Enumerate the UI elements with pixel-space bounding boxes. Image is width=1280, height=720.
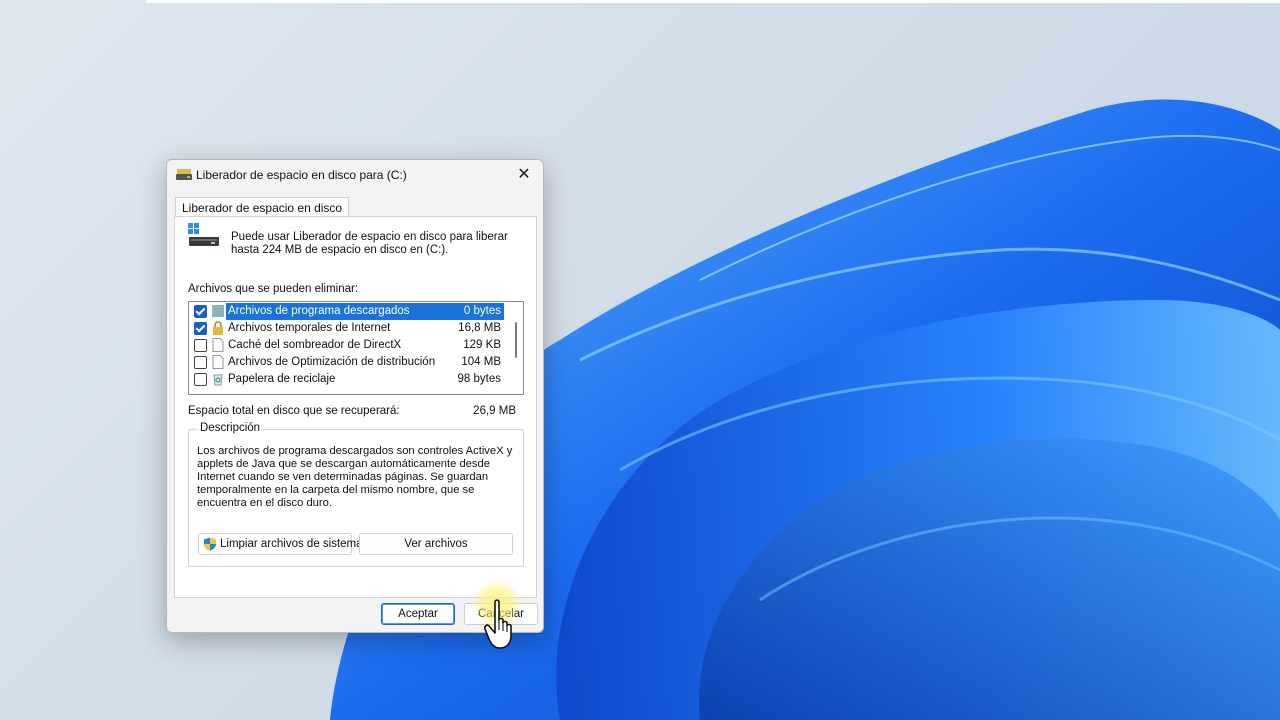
window-title: Liberador de espacio en disco para (C:) bbox=[196, 168, 407, 182]
item-name: Caché del sombreador de DirectX bbox=[228, 339, 402, 351]
files-label: Archivos que se pueden eliminar: bbox=[188, 283, 359, 295]
checkbox[interactable] bbox=[194, 356, 207, 369]
close-icon[interactable]: ✕ bbox=[509, 163, 539, 187]
item-size: 129 KB bbox=[463, 339, 501, 351]
list-item[interactable]: Caché del sombreador de DirectX 129 KB bbox=[189, 337, 507, 354]
ok-button[interactable]: Aceptar bbox=[381, 603, 455, 625]
item-size: 98 bytes bbox=[457, 373, 501, 385]
description-title: Descripción bbox=[197, 422, 264, 434]
title-bar[interactable]: Liberador de espacio en disco para (C:) … bbox=[167, 160, 543, 190]
list-scrollbar[interactable] bbox=[509, 302, 523, 394]
total-value: 26,9 MB bbox=[473, 405, 516, 417]
view-files-button[interactable]: Ver archivos bbox=[359, 533, 513, 555]
checkbox[interactable] bbox=[194, 373, 207, 386]
files-list[interactable]: Archivos de programa descargados 0 bytes… bbox=[188, 301, 524, 395]
total-label: Espacio total en disco que se recuperará… bbox=[188, 405, 400, 417]
checkbox[interactable] bbox=[194, 339, 207, 352]
disk-cleanup-dialog: Liberador de espacio en disco para (C:) … bbox=[166, 159, 544, 633]
item-name: Archivos de Optimización de distribución bbox=[228, 356, 436, 368]
tab-disk-cleanup[interactable]: Liberador de espacio en disco bbox=[175, 197, 350, 218]
folder-icon bbox=[212, 305, 224, 317]
checkbox[interactable] bbox=[194, 322, 207, 335]
item-size: 104 MB bbox=[461, 356, 501, 368]
tab-panel: Puede usar Liberador de espacio en disco… bbox=[174, 216, 537, 598]
checkbox[interactable] bbox=[194, 305, 207, 318]
file-icon bbox=[212, 355, 224, 369]
list-item[interactable]: Archivos de Optimización de distribución… bbox=[189, 354, 507, 371]
hand-cursor-icon bbox=[484, 599, 512, 649]
item-size: 0 bytes bbox=[463, 305, 501, 317]
item-name: Archivos temporales de Internet bbox=[228, 322, 391, 334]
recycle-bin-icon bbox=[213, 374, 223, 386]
item-size: 16,8 MB bbox=[458, 322, 501, 334]
uac-shield-icon bbox=[204, 537, 216, 551]
file-icon bbox=[212, 338, 224, 352]
list-item[interactable]: Papelera de reciclaje 98 bytes bbox=[189, 371, 507, 388]
disk-cleanup-icon bbox=[176, 169, 192, 180]
description-text: Los archivos de programa descargados son… bbox=[197, 445, 513, 509]
drive-icon bbox=[188, 223, 219, 246]
item-name: Papelera de reciclaje bbox=[228, 373, 336, 385]
scroll-thumb[interactable] bbox=[515, 322, 517, 358]
intro-text: Puede usar Liberador de espacio en disco… bbox=[231, 231, 508, 256]
clean-system-files-button[interactable]: Limpiar archivos de sistema bbox=[198, 533, 363, 555]
lock-icon bbox=[213, 321, 223, 335]
clean-system-files-label: Limpiar archivos de sistema bbox=[220, 538, 363, 550]
item-name: Archivos de programa descargados bbox=[228, 305, 410, 317]
top-strip bbox=[146, 0, 1280, 3]
list-item[interactable]: Archivos de programa descargados 0 bytes bbox=[189, 303, 507, 320]
list-item[interactable]: Archivos temporales de Internet 16,8 MB bbox=[189, 320, 507, 337]
